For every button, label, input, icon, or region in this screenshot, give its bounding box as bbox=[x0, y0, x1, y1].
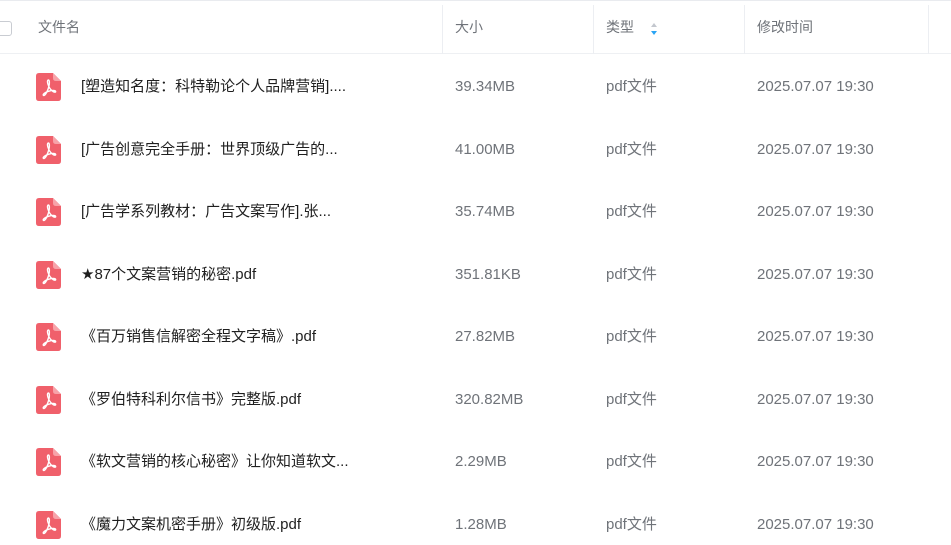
file-size: 1.28MB bbox=[455, 515, 507, 533]
file-type: pdf文件 bbox=[606, 453, 657, 470]
pdf-file-icon bbox=[36, 73, 61, 101]
file-type: pdf文件 bbox=[606, 328, 657, 345]
file-size: 39.34MB bbox=[455, 78, 516, 95]
table-row[interactable]: [塑造知名度：科特勒论个人品牌营销].... 39.34MB pdf文件 202… bbox=[0, 56, 951, 118]
column-header-modified[interactable]: 修改时间 bbox=[757, 1, 917, 54]
file-name[interactable]: [塑造知名度：科特勒论个人品牌营销].... bbox=[81, 77, 346, 97]
file-name[interactable]: [广告创意完全手册：世界顶级广告的... bbox=[81, 140, 338, 160]
pdf-file-icon bbox=[36, 198, 61, 226]
table-row[interactable]: 《百万销售信解密全程文字稿》.pdf 27.82MB pdf文件 2025.07… bbox=[0, 306, 951, 368]
file-name[interactable]: 《罗伯特科利尔信书》完整版.pdf bbox=[81, 390, 301, 410]
file-name[interactable]: 《百万销售信解密全程文字稿》.pdf bbox=[81, 327, 316, 347]
file-type: pdf文件 bbox=[606, 265, 657, 283]
column-divider[interactable] bbox=[593, 5, 594, 54]
pdf-file-icon bbox=[36, 135, 61, 164]
file-modified-time: 2025.07.07 19:30 bbox=[757, 453, 874, 470]
select-all-checkbox[interactable] bbox=[0, 21, 12, 36]
file-modified-time: 2025.07.07 19:30 bbox=[757, 140, 874, 158]
file-size: 320.82MB bbox=[455, 390, 524, 408]
pdf-file-icon bbox=[36, 385, 61, 414]
table-row[interactable]: [广告创意完全手册：世界顶级广告的... 41.00MB pdf文件 2025.… bbox=[0, 119, 951, 181]
column-header-name[interactable]: 文件名 bbox=[38, 1, 438, 54]
table-row[interactable]: 《软文营销的核心秘密》让你知道软文... 2.29MB pdf文件 2025.0… bbox=[0, 431, 951, 493]
file-size: 27.82MB bbox=[455, 328, 516, 345]
column-divider[interactable] bbox=[744, 5, 745, 54]
file-modified-time: 2025.07.07 19:30 bbox=[757, 390, 874, 408]
file-name[interactable]: ★87个文案营销的秘密.pdf bbox=[81, 265, 256, 285]
file-modified-time: 2025.07.07 19:30 bbox=[757, 515, 874, 533]
column-divider[interactable] bbox=[442, 5, 443, 54]
pdf-file-icon bbox=[36, 510, 61, 539]
pdf-file-icon bbox=[36, 448, 61, 476]
file-size: 41.00MB bbox=[455, 140, 516, 158]
table-row[interactable]: 《魔力文案机密手册》初级版.pdf 1.28MB pdf文件 2025.07.0… bbox=[0, 494, 951, 545]
file-name[interactable]: 《软文营销的核心秘密》让你知道软文... bbox=[81, 452, 349, 472]
file-size: 35.74MB bbox=[455, 203, 516, 220]
column-divider[interactable] bbox=[928, 5, 929, 54]
file-type: pdf文件 bbox=[606, 203, 657, 220]
file-size: 351.81KB bbox=[455, 265, 521, 283]
file-modified-time: 2025.07.07 19:30 bbox=[757, 78, 874, 95]
table-row[interactable]: [广告学系列教材：广告文案写作].张... 35.74MB pdf文件 2025… bbox=[0, 181, 951, 243]
file-list-table: 文件名 大小 类型 修改时间 [塑造知名度：科特勒论个人品牌营销].... 39… bbox=[0, 0, 951, 545]
file-size: 2.29MB bbox=[455, 453, 507, 470]
column-header-type[interactable]: 类型 bbox=[606, 1, 736, 54]
file-type: pdf文件 bbox=[606, 140, 657, 158]
file-modified-time: 2025.07.07 19:30 bbox=[757, 203, 874, 220]
file-name[interactable]: 《魔力文案机密手册》初级版.pdf bbox=[81, 515, 301, 535]
file-type: pdf文件 bbox=[606, 78, 657, 95]
sort-icon[interactable] bbox=[650, 22, 658, 36]
file-name[interactable]: [广告学系列教材：广告文案写作].张... bbox=[81, 202, 331, 222]
file-type: pdf文件 bbox=[606, 390, 657, 408]
table-row[interactable]: ★87个文案营销的秘密.pdf 351.81KB pdf文件 2025.07.0… bbox=[0, 244, 951, 306]
pdf-file-icon bbox=[36, 260, 61, 289]
pdf-file-icon bbox=[36, 323, 61, 351]
table-header: 文件名 大小 类型 修改时间 bbox=[0, 0, 951, 54]
file-modified-time: 2025.07.07 19:30 bbox=[757, 265, 874, 283]
table-row[interactable]: 《罗伯特科利尔信书》完整版.pdf 320.82MB pdf文件 2025.07… bbox=[0, 369, 951, 431]
file-type: pdf文件 bbox=[606, 515, 657, 533]
column-header-size[interactable]: 大小 bbox=[455, 1, 585, 54]
file-modified-time: 2025.07.07 19:30 bbox=[757, 328, 874, 345]
